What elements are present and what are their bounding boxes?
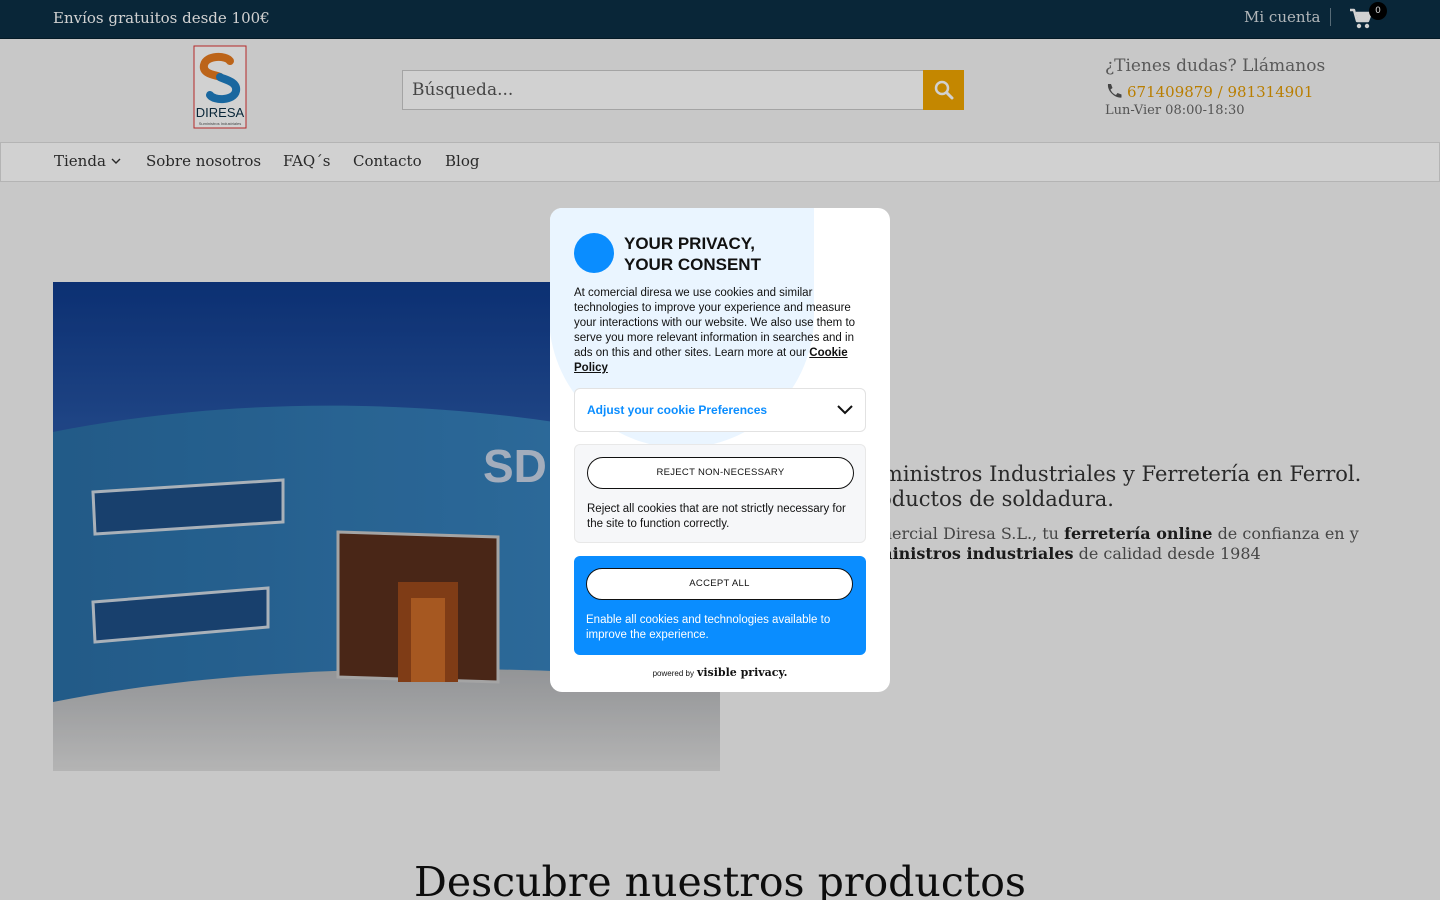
reject-description: Reject all cookies that are not strictly… <box>587 503 846 530</box>
accept-all-button[interactable]: ACCEPT ALL <box>586 568 853 600</box>
powered-by-footer: powered by visible privacy. <box>652 666 788 679</box>
adjust-preferences-label: Adjust your cookie Preferences <box>587 403 768 417</box>
cookie-description: At comercial diresa we use cookies and s… <box>574 287 856 374</box>
privacy-logo-icon <box>574 233 614 273</box>
reject-non-necessary-button[interactable]: REJECT NON-NECESSARY <box>587 457 854 489</box>
chevron-down-icon <box>837 405 853 415</box>
accept-option: ACCEPT ALL Enable all cookies and techno… <box>574 556 866 655</box>
cookie-modal-title: YOUR PRIVACY, YOUR CONSENT <box>624 234 761 274</box>
adjust-preferences-toggle[interactable]: Adjust your cookie Preferences <box>574 388 866 432</box>
reject-option: REJECT NON-NECESSARY Reject all cookies … <box>574 444 866 543</box>
visible-privacy-brand[interactable]: visible privacy. <box>697 666 787 679</box>
accept-description: Enable all cookies and technologies avai… <box>586 614 831 641</box>
cookie-consent-modal: YOUR PRIVACY, YOUR CONSENT At comercial d… <box>550 208 890 692</box>
